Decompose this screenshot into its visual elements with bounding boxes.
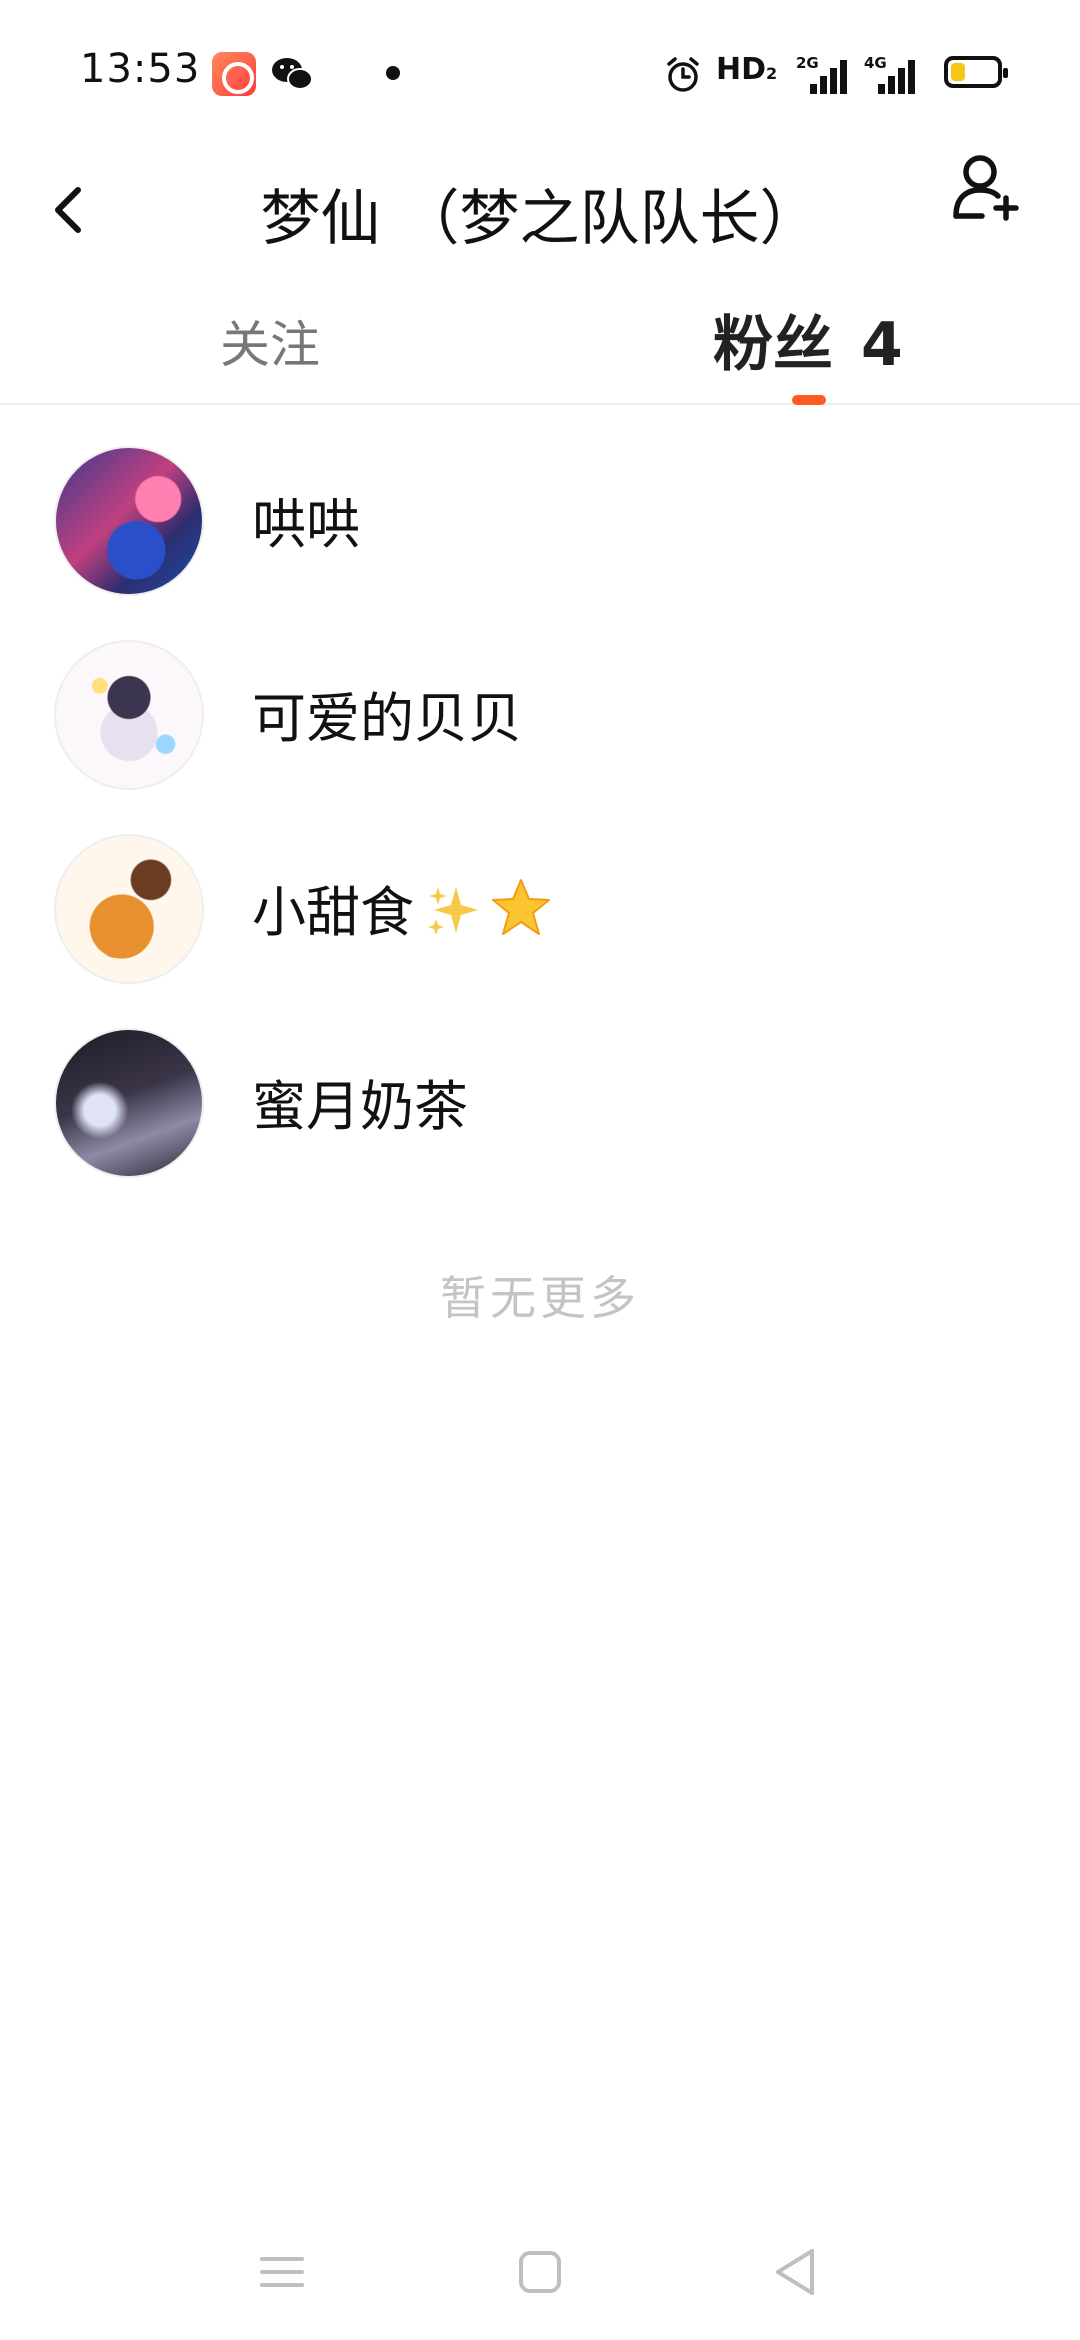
- add-user-icon[interactable]: [948, 146, 1028, 226]
- top-app-bar: 梦仙 （梦之队队长）: [0, 140, 1080, 280]
- sparkles-icon: [428, 887, 478, 935]
- tab-following[interactable]: 关注: [220, 295, 320, 395]
- menu-icon[interactable]: [252, 2242, 312, 2302]
- list-item[interactable]: 小甜食: [0, 798, 1080, 992]
- list-item[interactable]: 可爱的贝贝: [0, 604, 1080, 798]
- avatar[interactable]: [54, 446, 204, 596]
- signal-4g-icon: 4G: [864, 54, 916, 94]
- fan-name: 可爱的贝贝: [252, 687, 522, 750]
- page-title: 梦仙 （梦之队队长）: [260, 184, 820, 254]
- chevron-left-icon[interactable]: [40, 180, 100, 240]
- system-nav-bar: [0, 2200, 1080, 2340]
- fan-name: 哄哄: [252, 493, 360, 556]
- status-time: 13:53: [80, 46, 201, 92]
- avatar[interactable]: [54, 834, 204, 984]
- fan-name: 蜜月奶茶: [252, 1075, 468, 1138]
- hd-label: HD: [716, 52, 767, 87]
- list-item[interactable]: 蜜月奶茶: [0, 992, 1080, 1186]
- tab-fans[interactable]: 粉丝 4: [713, 295, 903, 395]
- status-bar: 13:53 HD2 2G 4G: [0, 0, 1080, 140]
- hd-voice-indicator: HD2: [716, 52, 777, 87]
- list-item[interactable]: 哄哄: [0, 410, 1080, 604]
- notification-dot: [386, 66, 400, 80]
- alarm-icon: [667, 57, 699, 92]
- active-tab-indicator: [792, 395, 826, 405]
- no-more-text: 暂无更多: [440, 1271, 640, 1325]
- signal-2g-label: 2G: [796, 54, 819, 72]
- fan-name-with-emoji: 小甜食: [252, 868, 552, 947]
- avatar[interactable]: [54, 1028, 204, 1178]
- star-icon: [492, 879, 550, 935]
- battery-fill: [951, 63, 965, 81]
- fan-name: 小甜食: [252, 881, 414, 944]
- tab-following-label: 关注: [220, 316, 320, 374]
- battery-icon: [944, 56, 1008, 88]
- back-triangle-icon[interactable]: [766, 2242, 826, 2302]
- wechat-icon: [272, 58, 313, 90]
- avatar[interactable]: [54, 640, 204, 790]
- signal-4g-label: 4G: [864, 54, 887, 72]
- tab-fans-label: 粉丝: [713, 310, 833, 380]
- tab-fans-count: 4: [861, 310, 903, 380]
- tab-bar: 关注 粉丝 4: [0, 285, 1080, 405]
- signal-2g-icon: 2G: [796, 54, 848, 94]
- kuaishou-app-icon: [212, 52, 256, 96]
- home-icon[interactable]: [510, 2242, 570, 2302]
- hd-sub: 2: [766, 64, 778, 83]
